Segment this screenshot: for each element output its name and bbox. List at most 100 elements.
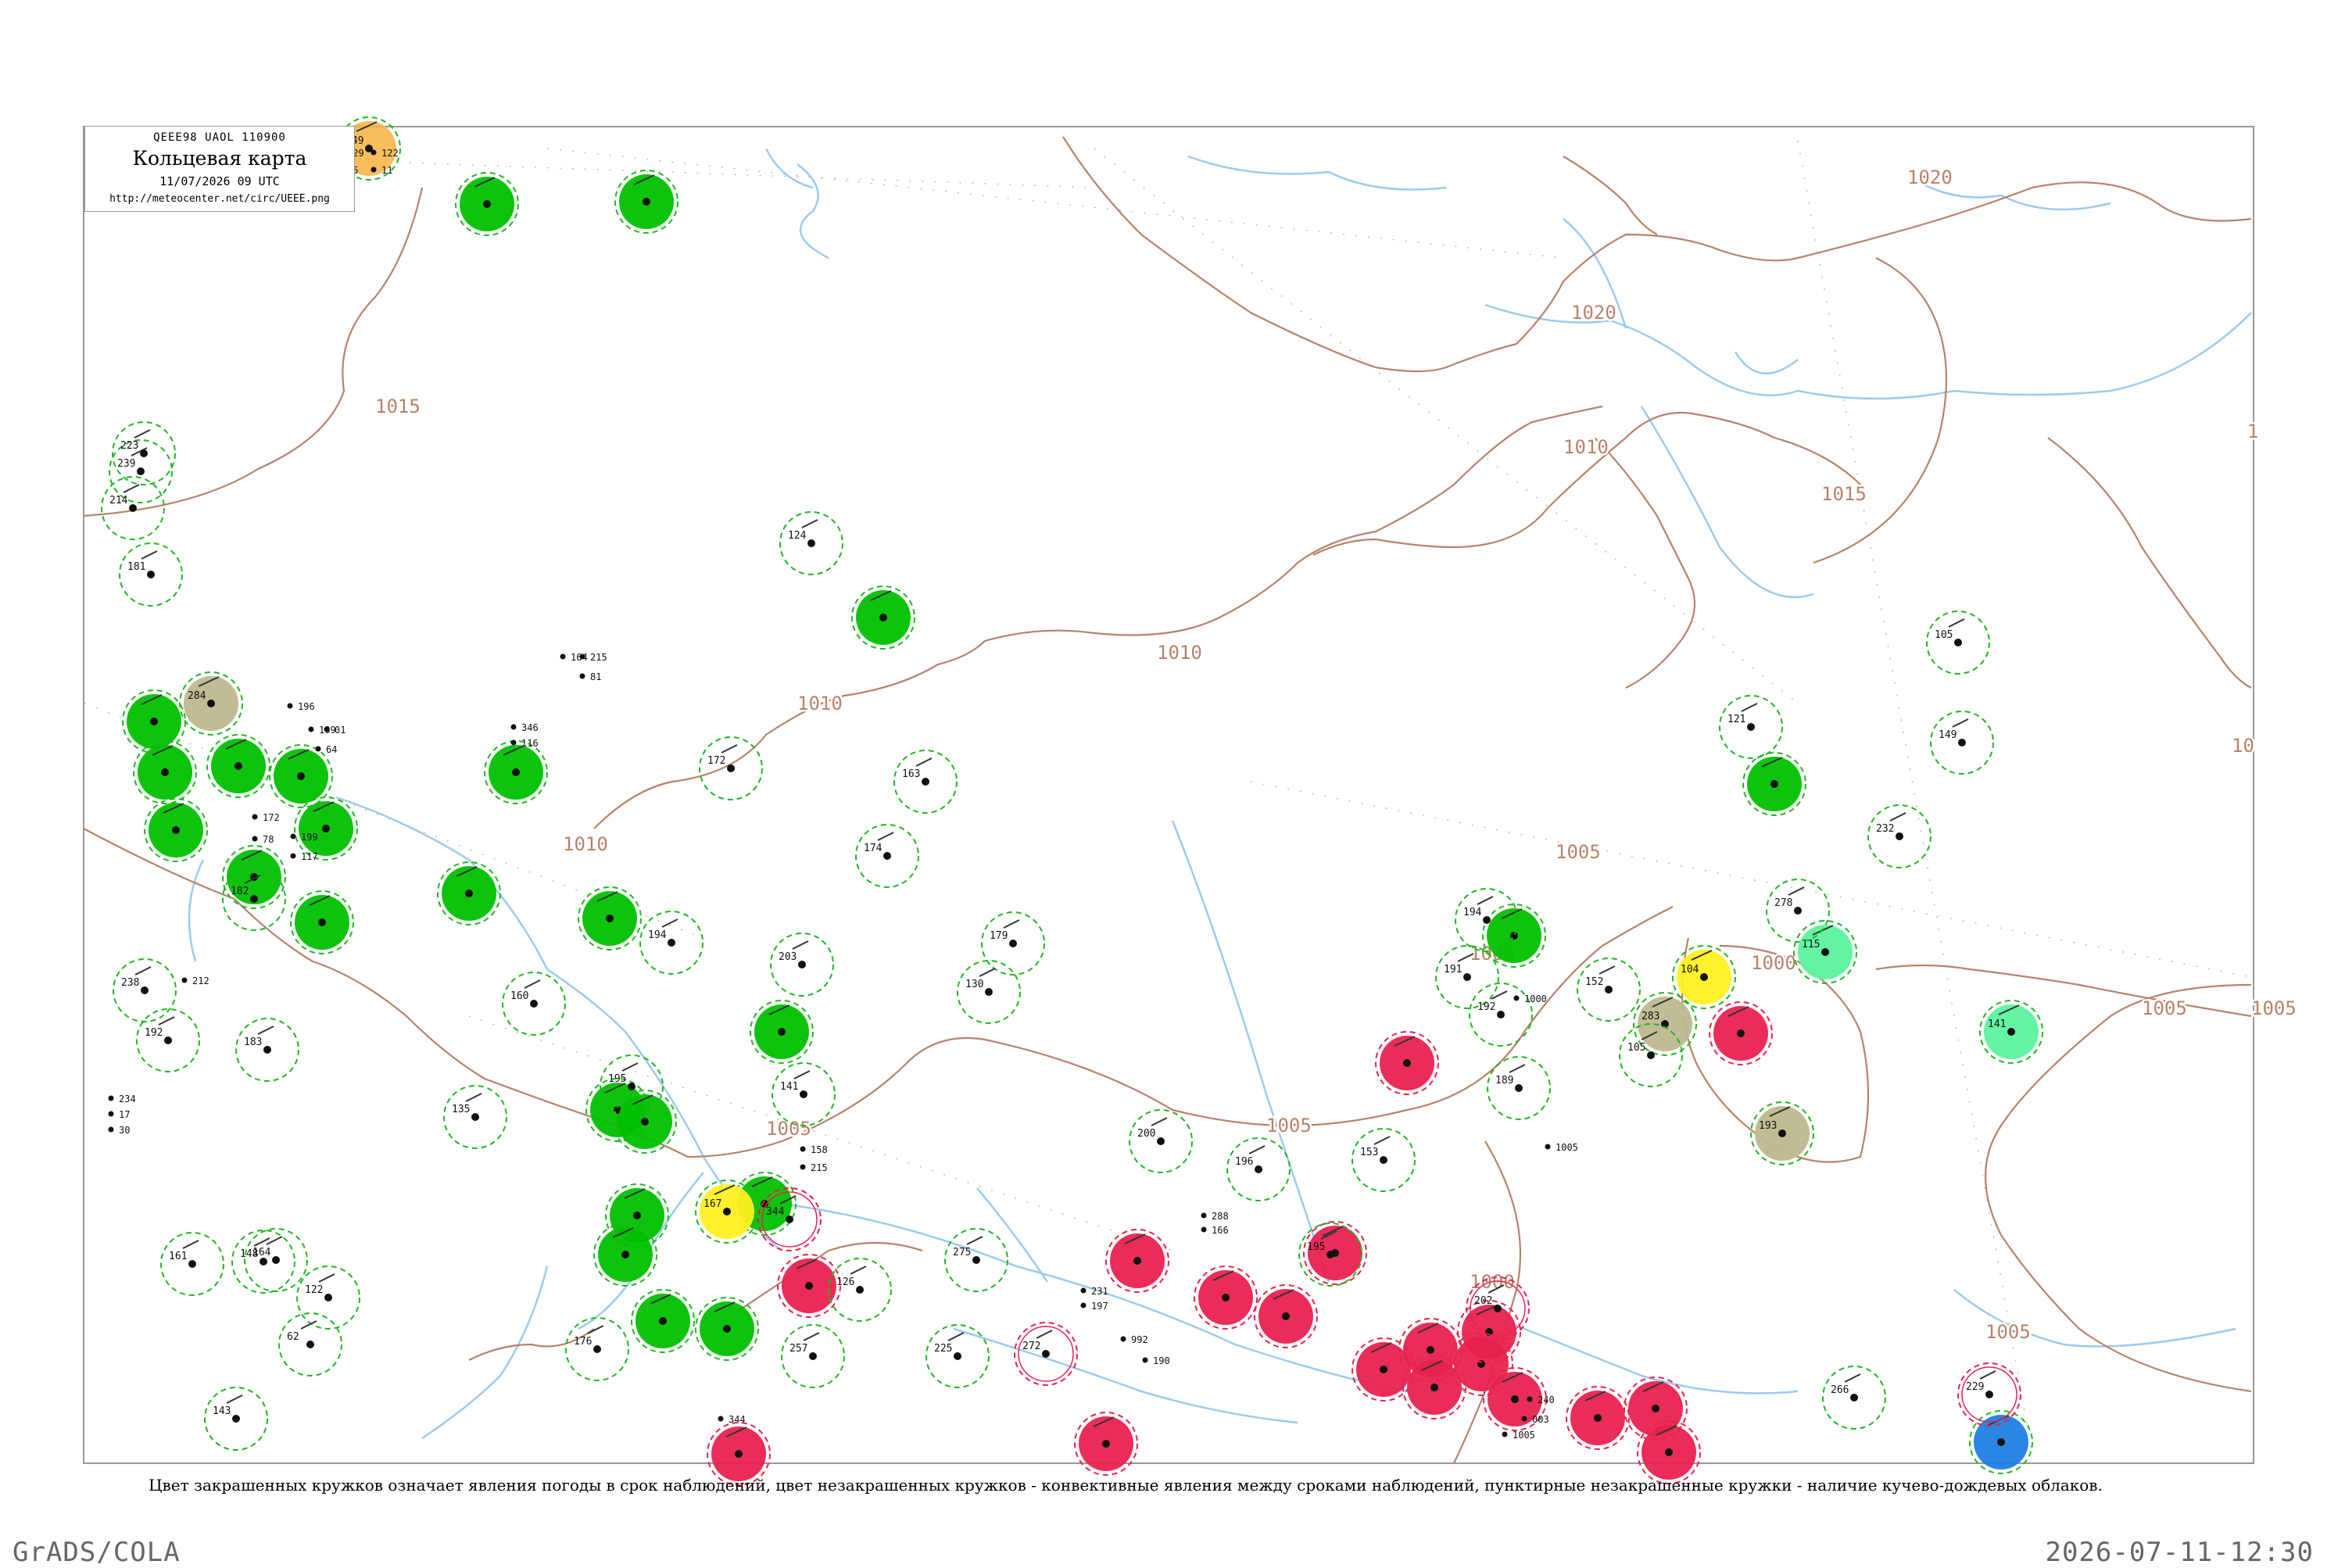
station-dot: [718, 1416, 724, 1422]
station-value: 17: [119, 1109, 130, 1120]
station-dot: [181, 977, 188, 983]
station-dot: [1427, 1346, 1434, 1354]
station-dot: [1380, 1366, 1387, 1373]
station-dot: [1133, 1257, 1141, 1265]
station-value: 164: [571, 652, 588, 663]
station-dot: [530, 1000, 538, 1008]
station-dot: [510, 724, 517, 730]
station-value: 126: [836, 1276, 854, 1288]
station-dot: [318, 918, 326, 926]
station-dot: [800, 1164, 806, 1170]
station-value: 149: [1939, 729, 1957, 741]
station-dot: [1958, 739, 1966, 746]
station-value: 172: [707, 755, 725, 767]
station-value: 116: [521, 738, 539, 749]
station-value: 166: [1212, 1225, 1229, 1236]
station-value: 238: [121, 977, 139, 989]
station-dot: [108, 1095, 114, 1101]
station-dot: [1403, 1059, 1411, 1067]
station-dot: [188, 1260, 196, 1268]
station-value: 283: [1642, 1011, 1659, 1022]
station-value: 231: [1091, 1286, 1108, 1297]
station-value: 232: [1876, 823, 1894, 835]
station-value: 167: [704, 1198, 721, 1210]
station-dot: [1665, 1448, 1673, 1456]
station-value: 239: [117, 458, 135, 470]
station-dot: [172, 826, 180, 834]
station-dot: [1255, 1165, 1262, 1173]
station-dot: [1142, 1357, 1148, 1363]
station-dot: [1080, 1302, 1087, 1308]
station-value: 192: [1477, 1001, 1495, 1013]
station-dot: [250, 895, 258, 903]
station-dot: [1326, 1251, 1334, 1258]
station-dot: [141, 986, 149, 994]
station-dot: [805, 1282, 813, 1290]
station-value: 215: [811, 1162, 828, 1173]
station-dot: [633, 1212, 641, 1219]
station-value: 240: [1538, 1394, 1555, 1405]
station-dot: [252, 814, 258, 820]
station-value: 104: [1681, 964, 1699, 976]
map-date: 11/07/2026 09 UTC: [159, 174, 280, 188]
station-dot: [322, 825, 330, 832]
station-dot: [628, 1083, 635, 1090]
station-dot: [1850, 1394, 1858, 1402]
station-dot: [1997, 1438, 2005, 1446]
map-url[interactable]: http://meteocenter.net/circ/UEEE.png: [85, 193, 354, 205]
station-value: 1000: [1524, 993, 1547, 1004]
station-value: 344: [766, 1206, 785, 1218]
station-dot: [207, 700, 215, 707]
station-value: 992: [1131, 1334, 1148, 1345]
station-dot: [954, 1352, 961, 1360]
station-value: 124: [788, 530, 807, 542]
station-dot: [308, 726, 314, 732]
station-value: 158: [811, 1144, 828, 1155]
station-dot: [290, 853, 296, 859]
station-value: 214: [109, 495, 128, 507]
station-value: 346: [521, 722, 539, 733]
station-value: 194: [648, 929, 667, 941]
station-dot: [727, 764, 735, 772]
station-dot: [483, 200, 491, 208]
station-dot: [272, 1256, 280, 1264]
station-dot: [1794, 907, 1802, 915]
station-value: 234: [119, 1094, 136, 1104]
station-dot: [922, 778, 929, 786]
station-dot: [809, 1352, 817, 1360]
station-dot: [735, 1450, 743, 1458]
station-dot: [140, 449, 148, 457]
station-dot: [668, 939, 675, 947]
station-value: 257: [789, 1343, 807, 1355]
station-dot: [1463, 973, 1471, 981]
station-value: 179: [990, 930, 1008, 942]
station-value: 225: [934, 1343, 952, 1355]
station-dot: [260, 1258, 267, 1265]
station-dot: [1511, 1395, 1519, 1403]
station-dot: [315, 746, 321, 752]
station-value: 135: [452, 1104, 470, 1115]
station-dot: [1102, 1440, 1110, 1448]
station-dot: [290, 833, 296, 839]
station-value: 194: [1463, 907, 1482, 918]
station-dot: [1954, 639, 1962, 646]
station-dot: [1778, 1129, 1786, 1137]
station-dot: [371, 166, 377, 173]
station-value: 202: [1474, 1295, 1492, 1307]
isobar-label: 1020: [1907, 166, 1953, 188]
station-dot: [324, 1294, 332, 1301]
station-dot: [1494, 1305, 1502, 1312]
station-dot: [287, 703, 293, 709]
station-dot: [1497, 1011, 1505, 1018]
station-dot: [641, 1118, 649, 1126]
station-value: 30: [119, 1125, 130, 1136]
station-dot: [1545, 1144, 1551, 1150]
station-value: 288: [1212, 1211, 1229, 1222]
station-value: 1005: [1513, 1430, 1535, 1441]
station-dot: [659, 1317, 667, 1325]
station-dot: [560, 653, 566, 660]
station-value: 197: [1091, 1301, 1108, 1312]
station-dot: [234, 762, 242, 770]
station-value: 174: [864, 843, 883, 854]
isobar-label: 1005: [1985, 1321, 2031, 1343]
